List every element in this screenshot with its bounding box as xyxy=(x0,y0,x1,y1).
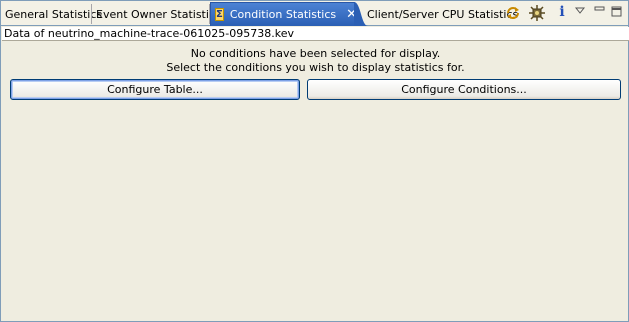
maximize-icon[interactable] xyxy=(609,5,625,21)
minimize-icon[interactable] xyxy=(592,5,608,21)
info-icon[interactable]: i xyxy=(554,4,570,20)
tab-client-server-cpu-statistics[interactable]: Client/Server CPU Statistics xyxy=(363,3,522,25)
refresh-icon[interactable] xyxy=(505,5,521,21)
configure-conditions-button[interactable]: Configure Conditions... xyxy=(307,79,621,100)
statistics-view: General Statistics Event Owner Statistic… xyxy=(0,0,629,322)
view-menu-icon[interactable] xyxy=(573,5,589,21)
tab-label: Condition Statistics xyxy=(229,8,337,21)
settings-icon[interactable] xyxy=(529,5,545,21)
tab-bar: General Statistics Event Owner Statistic… xyxy=(1,1,628,26)
configure-table-button[interactable]: Configure Table... xyxy=(10,79,300,100)
tab-label: Client/Server CPU Statistics xyxy=(367,7,519,21)
tab-label: General Statistics xyxy=(5,7,103,21)
tab-condition-statistics[interactable]: Σ Condition Statistics ✕ xyxy=(210,2,357,26)
tab-event-owner-statistics[interactable]: Event Owner Statistics xyxy=(92,3,225,25)
select-conditions-message: Select the conditions you wish to displa… xyxy=(166,61,465,74)
sigma-icon: Σ xyxy=(215,8,224,21)
no-conditions-message: No conditions have been selected for dis… xyxy=(190,47,441,60)
data-source-label: Data of neutrino_machine-trace-061025-09… xyxy=(2,27,629,41)
tab-label: Event Owner Statistics xyxy=(96,7,221,21)
